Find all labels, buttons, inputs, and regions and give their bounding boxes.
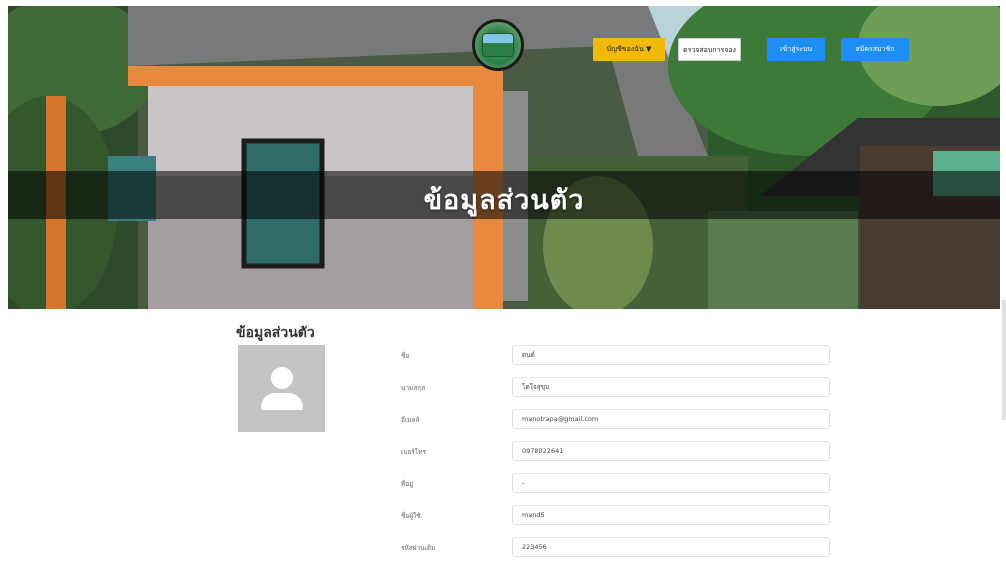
phone-label: เบอร์โทร bbox=[401, 448, 427, 456]
username-label: ชื่อผู้ใช้ bbox=[401, 512, 421, 520]
username-field[interactable]: mand5 bbox=[512, 505, 830, 525]
old-password-field[interactable]: 223456 bbox=[512, 537, 830, 557]
page-scrollbar[interactable] bbox=[1002, 300, 1006, 420]
avatar-head bbox=[271, 367, 293, 389]
first-name-label: ชื่อ bbox=[401, 352, 410, 360]
login-button[interactable]: เข้าสู่ระบบ bbox=[767, 38, 825, 61]
email-field[interactable]: manotrapa@gmail.com bbox=[512, 409, 830, 429]
first-name-field[interactable]: ตนต์ bbox=[512, 345, 830, 365]
email-label: อีเมลล์ bbox=[401, 416, 420, 424]
last-name-field[interactable]: โตใจสุขุม bbox=[512, 377, 830, 397]
address-label: ที่อยู่ bbox=[401, 480, 413, 488]
check-booking-button[interactable]: ตรวจสอบการจอง bbox=[678, 38, 741, 61]
last-name-label: นามสกุล bbox=[401, 384, 426, 392]
avatar-body bbox=[261, 393, 303, 410]
register-button[interactable]: สมัครสมาชิก bbox=[841, 38, 909, 61]
old-password-label: รหัสผ่านเดิม bbox=[401, 544, 436, 552]
logo-emblem-icon bbox=[482, 33, 514, 57]
section-title: ข้อมูลส่วนตัว bbox=[236, 325, 315, 341]
hero-title: ข้อมูลส่วนตัว bbox=[423, 185, 585, 216]
resort-logo[interactable] bbox=[472, 19, 524, 71]
my-account-dropdown-button[interactable]: บัญชีของฉัน ▼ bbox=[593, 38, 665, 61]
address-field[interactable]: - bbox=[512, 473, 830, 493]
user-placeholder-icon bbox=[238, 345, 325, 432]
phone-field[interactable]: 0978022641 bbox=[512, 441, 830, 461]
